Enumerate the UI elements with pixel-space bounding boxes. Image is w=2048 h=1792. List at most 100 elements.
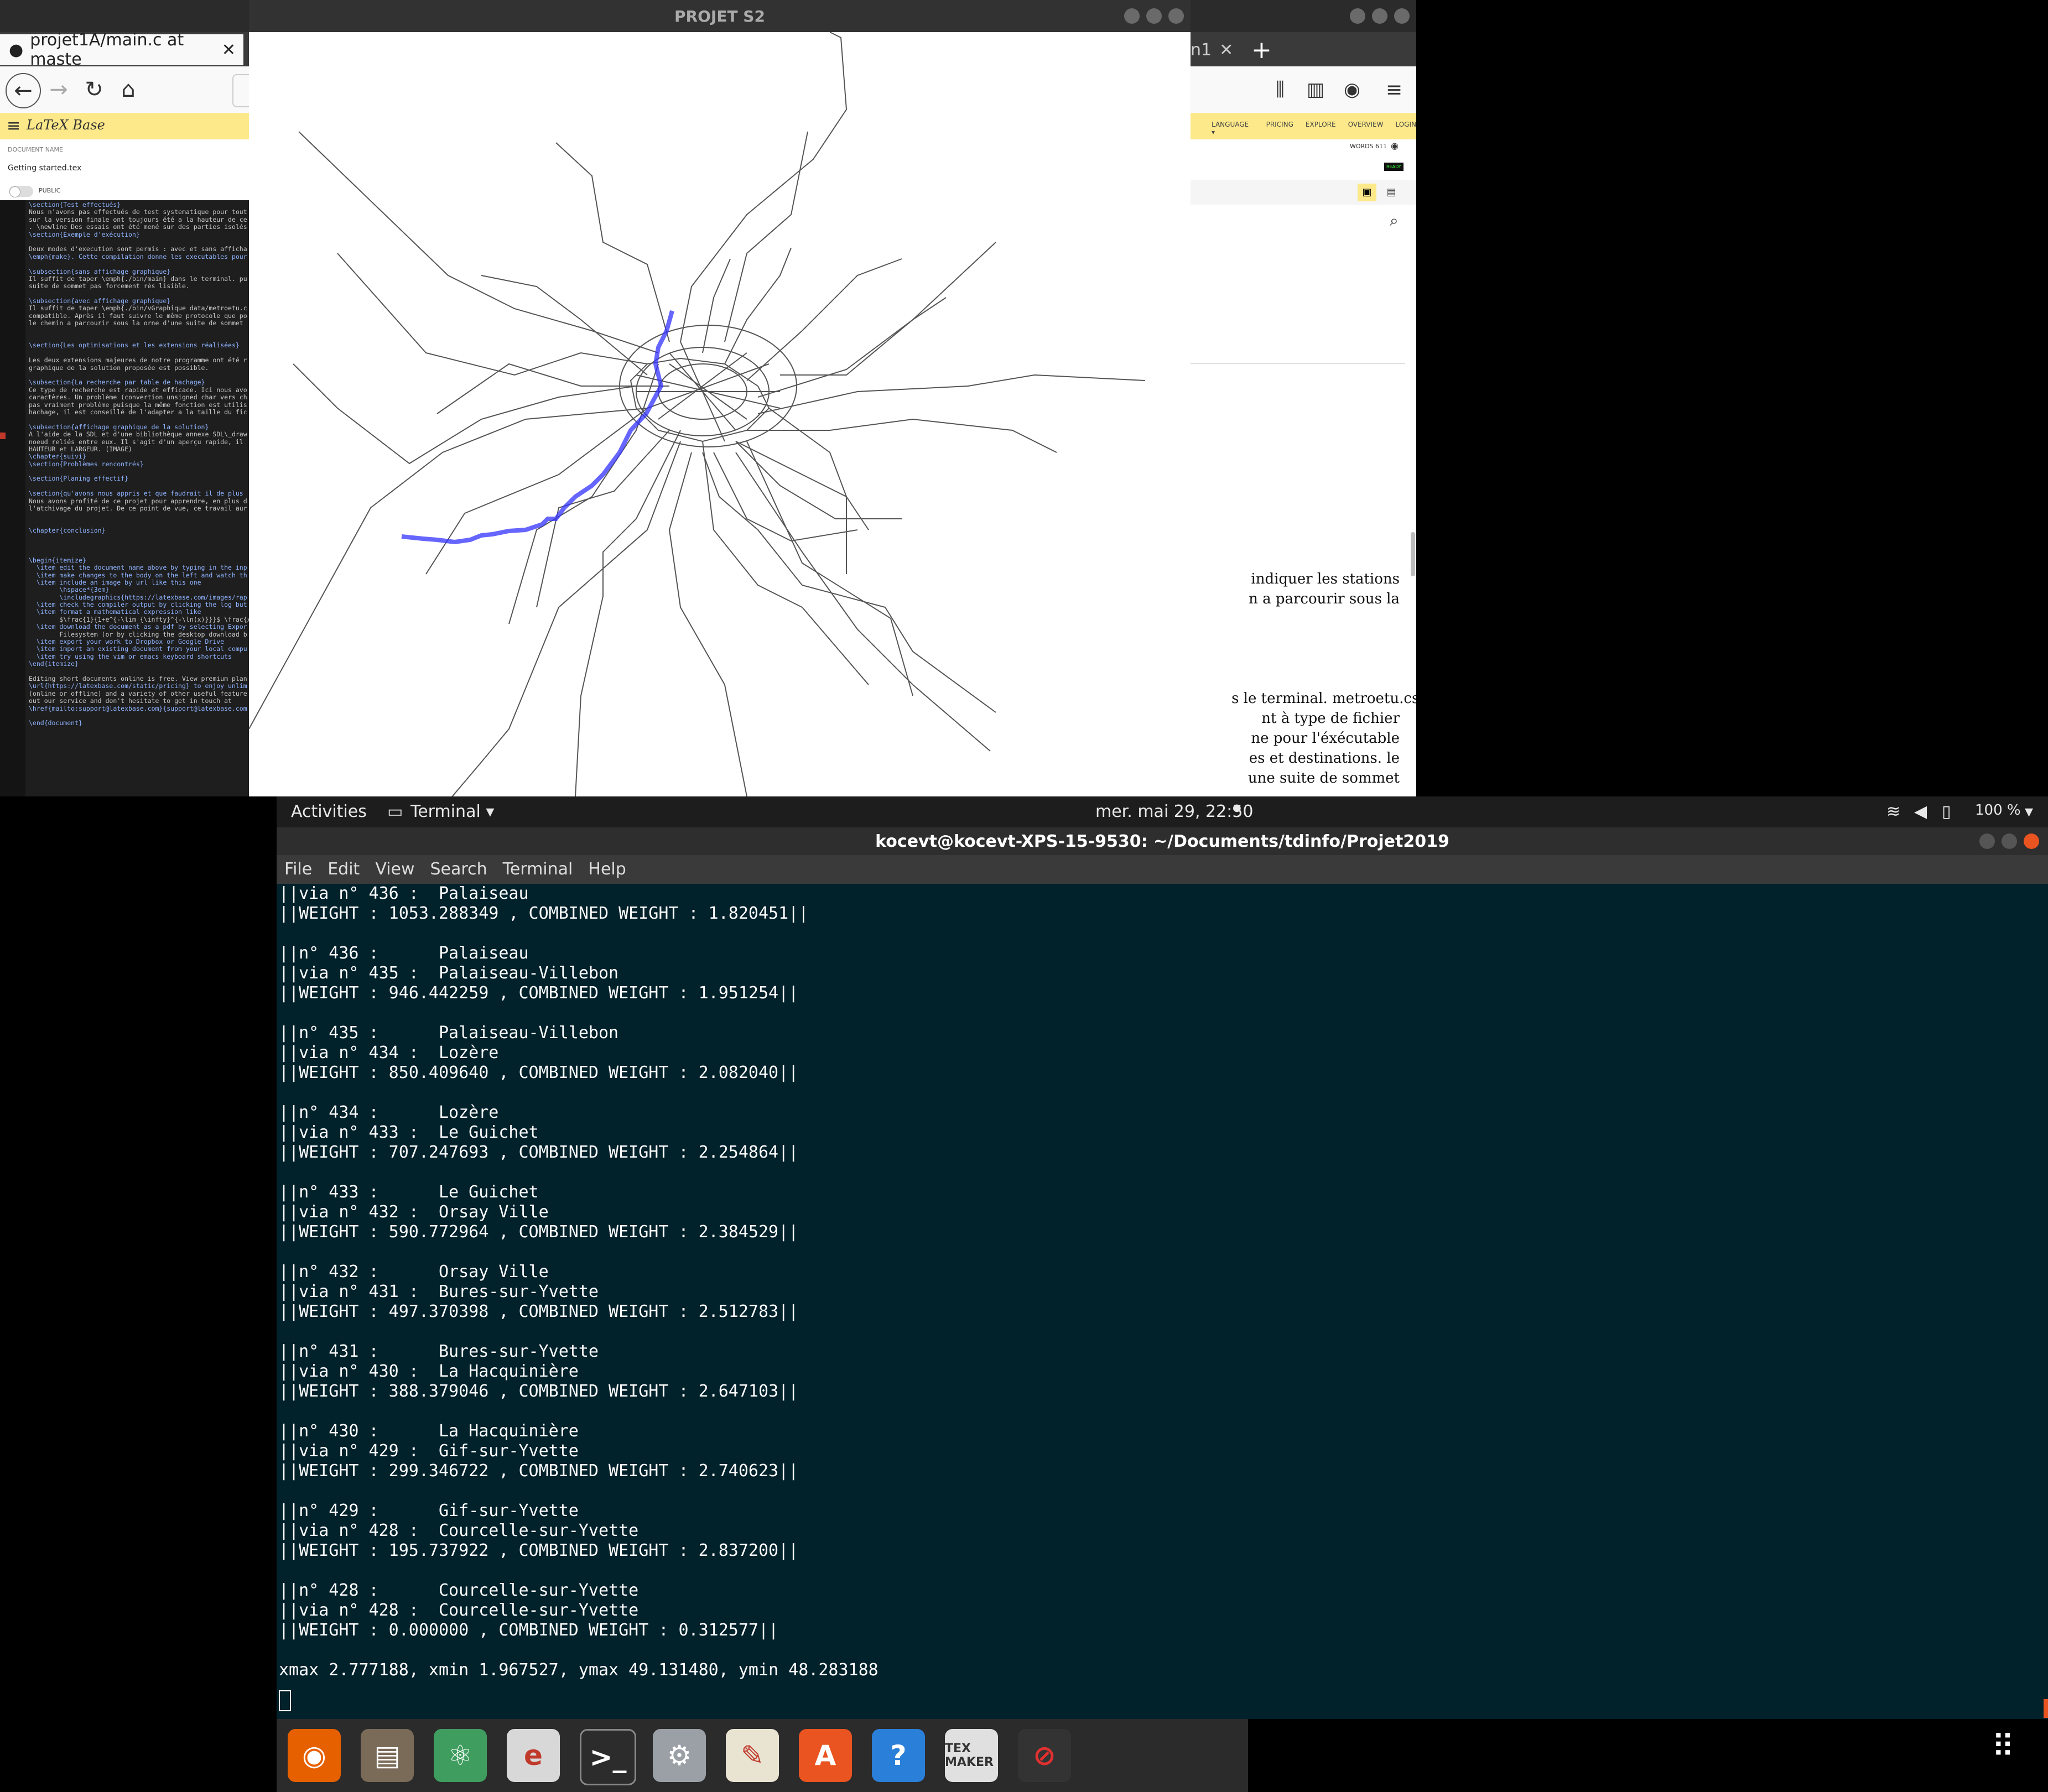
reload-icon[interactable]: ↻ bbox=[77, 73, 111, 106]
tab-github[interactable]: ● projet1A/main.c at maste ✕ bbox=[0, 30, 243, 69]
nav-overview[interactable]: OVERVIEW bbox=[1348, 121, 1384, 136]
shortest-path-line bbox=[401, 310, 674, 545]
words-label: WORDS bbox=[1350, 143, 1374, 150]
log-icon[interactable]: ▤ bbox=[1382, 184, 1401, 201]
library-icon[interactable]: ⫼ bbox=[1264, 73, 1297, 106]
editor-line: \hspace*{3em} bbox=[29, 586, 110, 594]
terminal-icon[interactable]: >_ bbox=[580, 1729, 636, 1785]
system-menu-icon[interactable]: ▾ bbox=[2025, 802, 2033, 821]
account-icon[interactable]: ◉ bbox=[1335, 73, 1369, 106]
clock[interactable]: mer. mai 29, 22:50 bbox=[1095, 802, 1254, 821]
editor-line: \item import an existing document from y… bbox=[29, 645, 247, 653]
editor-line: \subsection{avec affichage graphique} bbox=[29, 297, 171, 305]
nav-explore[interactable]: EXPLORE bbox=[1306, 121, 1336, 136]
menu-file[interactable]: File bbox=[284, 859, 312, 879]
terminal-cursor bbox=[279, 1690, 291, 1711]
eye-icon[interactable]: ◉ bbox=[1391, 140, 1399, 151]
settings-icon[interactable]: ⚙ bbox=[653, 1729, 706, 1782]
editor-line: HAUTEUR et LARGEUR. (IMAGE) bbox=[29, 445, 132, 453]
terminal-output[interactable]: ||via n° 436 : Palaiseau ||WEIGHT : 1053.… bbox=[277, 884, 2048, 1719]
atom-icon[interactable]: ⚛ bbox=[434, 1729, 487, 1782]
editor-line: Nous n'avons pas effectués de test syste… bbox=[29, 208, 247, 216]
editor-line: caractères. Un problème (convertion unsi… bbox=[29, 393, 247, 402]
graphic-window[interactable]: PROJET S2 bbox=[249, 0, 1191, 796]
latex-editor[interactable]: \section{Test effectués} Nous n'avons pas… bbox=[0, 200, 250, 796]
texmaker-icon[interactable]: TEX MAKER bbox=[945, 1729, 998, 1782]
wifi-icon[interactable]: ≋ bbox=[1886, 802, 1900, 821]
editor-line: \section{Planing effectif} bbox=[29, 475, 129, 483]
maximize-icon[interactable] bbox=[1372, 8, 1387, 24]
evince-icon[interactable]: e bbox=[507, 1729, 560, 1782]
tab-other[interactable]: n1 ✕ bbox=[1191, 34, 1235, 65]
nav-login[interactable]: LOGIN bbox=[1395, 121, 1416, 136]
menu-help[interactable]: Help bbox=[588, 859, 626, 879]
app-menu[interactable]: Terminal ▾ bbox=[410, 802, 494, 821]
firefox-icon[interactable]: ◉ bbox=[288, 1729, 341, 1782]
pdf-toolbar: ▣ ▤ bbox=[1189, 180, 1416, 205]
zoom-icon[interactable]: ⌕ bbox=[1390, 211, 1399, 230]
editor-line: pas vraiment problème puisque la même fo… bbox=[29, 400, 247, 409]
editor-line: \item format a mathematical expression l… bbox=[29, 608, 201, 616]
help-icon[interactable]: ? bbox=[872, 1729, 925, 1782]
forward-icon[interactable]: → bbox=[42, 73, 75, 106]
public-toggle[interactable] bbox=[9, 186, 33, 197]
editor-line: \subsection{La recherche par table de ha… bbox=[29, 378, 205, 387]
activities-button[interactable]: Activities bbox=[291, 802, 367, 821]
pdf-icon[interactable]: ▣ bbox=[1358, 184, 1376, 201]
minimize-icon[interactable] bbox=[1979, 834, 1995, 849]
nav-pricing[interactable]: PRICING bbox=[1266, 121, 1293, 136]
volume-icon[interactable]: ◀ bbox=[1914, 802, 1927, 821]
maximize-icon[interactable] bbox=[1146, 8, 1162, 24]
menu-view[interactable]: View bbox=[375, 859, 414, 879]
terminal-line: xmax 2.777188, xmin 1.967527, ymax 49.13… bbox=[279, 1660, 879, 1680]
nav-language[interactable]: LANGUAGE ▾ bbox=[1212, 121, 1254, 136]
editor-line: \section{Test effectués} bbox=[29, 201, 121, 209]
software-icon[interactable]: A bbox=[799, 1729, 852, 1782]
blocked-app-icon[interactable]: ⊘ bbox=[1018, 1729, 1071, 1782]
tab-close-icon[interactable]: ✕ bbox=[222, 40, 236, 60]
files-icon[interactable]: ▤ bbox=[361, 1729, 414, 1782]
new-tab-button[interactable]: + bbox=[1251, 34, 1273, 65]
terminal-line: ||via n° 428 : Courcelle-sur-Yvette bbox=[279, 1521, 639, 1540]
menu-edit[interactable]: Edit bbox=[328, 859, 360, 879]
minimize-icon[interactable] bbox=[1350, 8, 1365, 24]
public-label: PUBLIC bbox=[39, 187, 61, 194]
brand-logo[interactable]: LaTeX Base bbox=[27, 117, 105, 133]
texmaker-label: TEX MAKER bbox=[945, 1742, 994, 1769]
close-icon[interactable] bbox=[1168, 8, 1184, 24]
close-icon[interactable] bbox=[2024, 834, 2039, 849]
scrollbar[interactable] bbox=[1411, 532, 1415, 576]
url-bar[interactable] bbox=[232, 74, 250, 107]
show-apps-icon[interactable]: ⠿ bbox=[1992, 1732, 2014, 1762]
battery-icon[interactable]: ▯ bbox=[1942, 802, 1951, 821]
text-editor-icon[interactable]: ✎ bbox=[726, 1729, 779, 1782]
menu-search[interactable]: Search bbox=[430, 859, 487, 879]
terminal-line: ||WEIGHT : 195.737922 , COMBINED WEIGHT … bbox=[279, 1541, 799, 1560]
document-name-input[interactable]: Getting started.tex bbox=[8, 164, 81, 173]
home-icon[interactable]: ⌂ bbox=[112, 73, 145, 106]
editor-line: \item edit the document name above by ty… bbox=[29, 564, 247, 572]
editor-line: \item include an image by url like this … bbox=[29, 578, 201, 586]
menu-terminal[interactable]: Terminal bbox=[503, 859, 573, 879]
minimize-icon[interactable] bbox=[1124, 8, 1140, 24]
terminal-line: ||WEIGHT : 707.247693 , COMBINED WEIGHT … bbox=[279, 1143, 799, 1162]
sidebar-icon[interactable]: ▥ bbox=[1299, 73, 1332, 106]
editor-content[interactable]: \section{Test effectués} Nous n'avons pas… bbox=[29, 201, 250, 727]
tab-close-icon[interactable]: ✕ bbox=[1219, 40, 1233, 60]
back-icon[interactable]: ← bbox=[6, 73, 41, 108]
pdf-line: ne pour l'éxécutable bbox=[1251, 730, 1400, 747]
terminal-line: ||WEIGHT : 299.346722 , COMBINED WEIGHT … bbox=[279, 1461, 799, 1481]
menu-icon[interactable]: ≡ bbox=[1378, 73, 1411, 106]
maximize-icon[interactable] bbox=[2002, 834, 2017, 849]
editor-line: \item try using the vim or emacs keyboar… bbox=[29, 652, 232, 660]
close-icon[interactable] bbox=[1394, 8, 1410, 24]
terminal-line: ||n° 429 : Gif-sur-Yvette bbox=[279, 1501, 579, 1520]
hamburger-icon[interactable]: ≡ bbox=[7, 116, 20, 136]
editor-line: \item download the document as a pdf by … bbox=[29, 623, 247, 631]
